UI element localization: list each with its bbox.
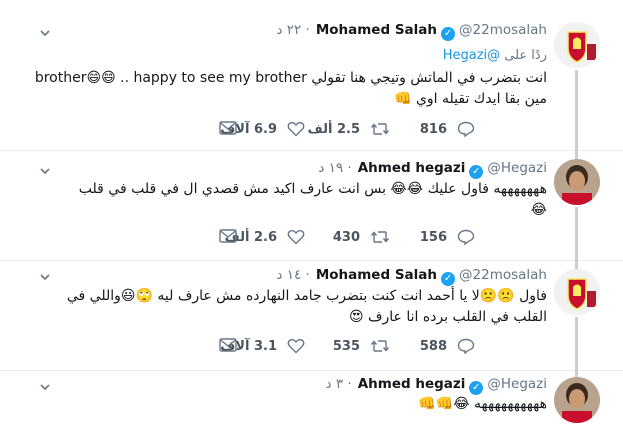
verified-icon: ✓ (469, 165, 484, 179)
reply-mention-link[interactable]: @Hegazi (443, 48, 500, 63)
reply-button[interactable]: 156 (414, 229, 475, 245)
reply-button[interactable]: 816 (414, 121, 475, 137)
tweet-text-line: مين بقا ايدك تقيله اوي 👊 (394, 91, 547, 107)
reply-count: 156 (419, 229, 447, 245)
timestamp-text: ١٤ د (276, 267, 302, 283)
avatar-liverpool[interactable] (554, 22, 600, 68)
avatar-player[interactable] (554, 159, 600, 205)
display-name[interactable]: Mohamed Salah (316, 22, 437, 38)
direct-message-button[interactable] (219, 338, 237, 352)
direct-message-button[interactable] (219, 229, 237, 243)
avatar-liverpool[interactable] (554, 269, 600, 315)
tweet-2[interactable]: Ahmed hegazi ✓ @Hegazi · ١٩ د هههههههه فاول… (0, 150, 623, 260)
tweet-header: Ahmed hegazi ✓ @Hegazi · ١٩ د (318, 160, 547, 179)
display-name[interactable]: Mohamed Salah (316, 267, 437, 283)
thread-line (575, 260, 578, 269)
tweet-3[interactable]: Mohamed Salah ✓ @22mosalah · ١٤ د فاول 🙁🙁لا… (0, 260, 623, 370)
tweet-text-line: القلب في القلب برده انا عارف 😍 (348, 309, 547, 325)
chevron-down-icon[interactable] (40, 166, 50, 176)
tweet-4[interactable]: Ahmed hegazi ✓ @Hegazi · ٣ د ههههههههههه 😂👊… (0, 370, 623, 424)
chevron-down-icon[interactable] (40, 272, 50, 282)
avatar-player[interactable] (554, 377, 600, 423)
verified-icon: ✓ (441, 272, 456, 286)
thread-line (575, 317, 578, 370)
tweet-actions: 588 535 3.1 آلاف (0, 338, 560, 358)
timestamp[interactable]: · ١٩ د (318, 160, 351, 176)
tweet-actions: 816 2.5 ألف 6.9 آلاف (0, 121, 560, 141)
chevron-down-icon[interactable] (40, 28, 50, 38)
retweet-button[interactable]: 430 (327, 229, 390, 245)
tweet-header: Mohamed Salah ✓ @22mosalah · ٢٢ د (276, 22, 547, 41)
mail-icon (219, 121, 237, 135)
thread-line (575, 70, 578, 154)
tweet-text: انت بتضرب في الماتش وتيجي هنا تقولي brot… (7, 68, 547, 110)
tweet-text-line: 😂 (530, 202, 547, 218)
reply-icon (457, 121, 475, 137)
tweet-text-line: ههههههههههه 😂👊👊 (418, 396, 547, 412)
display-name[interactable]: Ahmed hegazi (358, 160, 466, 176)
retweet-count: 535 (332, 338, 360, 354)
user-handle[interactable]: @Hegazi (487, 376, 547, 392)
tweet-header: Ahmed hegazi ✓ @Hegazi · ٣ د (326, 376, 547, 395)
reply-icon (457, 229, 475, 245)
tweet-text-line: انت بتضرب في الماتش وتيجي هنا تقولي brot… (34, 70, 547, 86)
reply-context: ردًا على @Hegazi (443, 48, 547, 63)
user-handle[interactable]: @22mosalah (459, 22, 547, 38)
tweet-header: Mohamed Salah ✓ @22mosalah · ١٤ د (276, 267, 547, 286)
display-name[interactable]: Ahmed hegazi (358, 376, 466, 392)
verified-icon: ✓ (469, 381, 484, 395)
reply-count: 816 (419, 121, 447, 137)
thread-line (575, 207, 578, 260)
retweet-button[interactable]: 2.5 ألف (302, 121, 390, 137)
timestamp[interactable]: · ٢٢ د (276, 22, 309, 38)
user-handle[interactable]: @22mosalah (459, 267, 547, 283)
retweet-count: 430 (332, 229, 360, 245)
tweet-actions: 156 430 2.6 ألف (0, 229, 560, 249)
timestamp-text: ٣ د (325, 376, 344, 392)
retweet-icon (370, 123, 390, 135)
thread-line (575, 150, 578, 159)
retweet-count: 2.5 ألف (307, 121, 360, 137)
direct-message-button[interactable] (219, 121, 237, 135)
verified-icon: ✓ (441, 27, 456, 41)
user-handle[interactable]: @Hegazi (487, 160, 547, 176)
retweet-icon (370, 231, 390, 243)
timestamp[interactable]: · ٣ د (326, 376, 352, 392)
chevron-down-icon[interactable] (40, 382, 50, 392)
mail-icon (219, 338, 237, 352)
tweet-text: هههههههه فاول عليك 😂😂 بس انت عارف اكيد م… (7, 179, 547, 221)
tweet-text: فاول 🙁🙁لا يا أحمد انت كنت بتضرب جامد الن… (7, 286, 547, 328)
reply-count: 588 (419, 338, 447, 354)
tweet-text: ههههههههههه 😂👊👊 (7, 394, 547, 415)
timestamp-text: ٢٢ د (276, 22, 302, 38)
retweet-icon (370, 340, 390, 352)
heart-icon (287, 229, 305, 245)
mail-icon (219, 229, 237, 243)
tweet-text-line: هههههههه فاول عليك 😂😂 بس انت عارف اكيد م… (78, 181, 547, 197)
timestamp[interactable]: · ١٤ د (276, 267, 309, 283)
heart-icon (287, 338, 305, 354)
timestamp-text: ١٩ د (318, 160, 344, 176)
thread-line (575, 370, 578, 377)
retweet-button[interactable]: 535 (327, 338, 390, 354)
reply-icon (457, 338, 475, 354)
heart-icon (287, 121, 305, 137)
tweet-text-line: فاول 🙁🙁لا يا أحمد انت كنت بتضرب جامد الن… (66, 288, 547, 304)
tweet-1[interactable]: Mohamed Salah ✓ @22mosalah · ٢٢ د ردًا على … (0, 0, 623, 154)
reply-button[interactable]: 588 (414, 338, 475, 354)
reply-label: ردًا على (504, 48, 547, 63)
